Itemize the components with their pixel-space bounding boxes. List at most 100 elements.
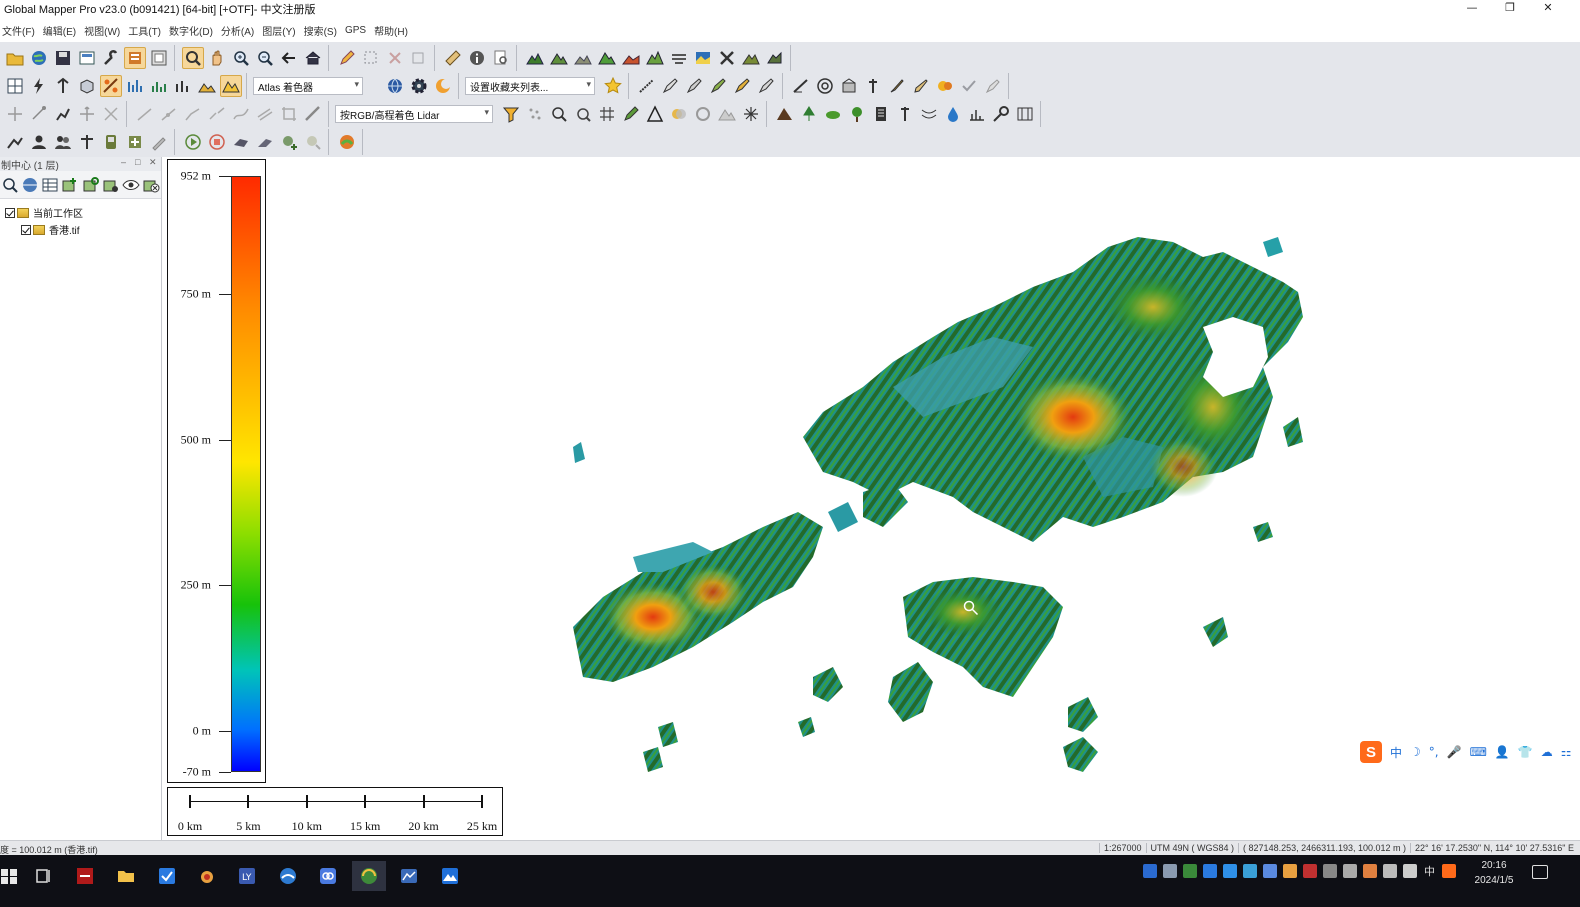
- info-icon[interactable]: [466, 47, 488, 69]
- line-smooth-icon[interactable]: [230, 103, 252, 125]
- panel-maximize-button[interactable]: □: [135, 157, 140, 167]
- menu-digitize[interactable]: 数字化(D): [167, 23, 219, 38]
- restore-button[interactable]: ❐: [1492, 0, 1528, 17]
- ime-cloud-icon[interactable]: ☁: [1541, 745, 1553, 759]
- ime-floating-toolbar[interactable]: S 中 ☽ °, 🎤 ⌨ 👤 👕 ☁ ⚏: [1360, 740, 1576, 764]
- layer-refresh-icon[interactable]: [82, 174, 100, 196]
- lidar-merge-icon[interactable]: [692, 103, 714, 125]
- lidar-pencil-icon[interactable]: [620, 103, 642, 125]
- lidar-terrain-icon[interactable]: [716, 103, 738, 125]
- profile-pencil-icon[interactable]: [790, 75, 812, 97]
- rotate-feature-icon[interactable]: [28, 103, 50, 125]
- taskbar-app-ly[interactable]: LY: [230, 861, 264, 891]
- view-shed-icon[interactable]: [548, 47, 570, 69]
- zoom-out-icon[interactable]: [254, 47, 276, 69]
- select-feature-icon[interactable]: [360, 47, 382, 69]
- layer-options-icon[interactable]: [302, 131, 324, 153]
- grid-lidar-icon[interactable]: [596, 103, 618, 125]
- tray-mountain-icon[interactable]: [1243, 864, 1257, 878]
- mountain-shade-icon[interactable]: [196, 75, 218, 97]
- layer-remove-icon[interactable]: [142, 174, 160, 196]
- line-split-icon[interactable]: [206, 103, 228, 125]
- taskbar-file-explorer[interactable]: [109, 861, 143, 891]
- lidar-classify-icon[interactable]: [668, 103, 690, 125]
- edit-vertex-icon[interactable]: [408, 47, 430, 69]
- taskbar-global-mapper[interactable]: [352, 861, 386, 891]
- taskbar-app-cat[interactable]: [190, 861, 224, 891]
- ime-voice-icon[interactable]: 🎤: [1447, 745, 1462, 759]
- menu-tools[interactable]: 工具(T): [126, 23, 167, 38]
- taskbar-app-mountain[interactable]: [433, 861, 467, 891]
- tray-network-icon[interactable]: [1363, 864, 1377, 878]
- globe-icon[interactable]: [28, 47, 50, 69]
- zoom-in-icon[interactable]: [230, 47, 252, 69]
- extract-ground-icon[interactable]: [774, 103, 796, 125]
- gps-sync-icon[interactable]: [124, 131, 146, 153]
- control-center-icon[interactable]: [124, 47, 146, 69]
- shader-select[interactable]: Atlas 着色器 ▾: [253, 77, 363, 95]
- tray-language[interactable]: 中: [1424, 863, 1435, 879]
- volume-icon[interactable]: [572, 47, 594, 69]
- taskbar-app-arcmap[interactable]: [392, 861, 426, 891]
- elevation-adjust-icon[interactable]: [52, 75, 74, 97]
- layer-zoom-icon[interactable]: [1, 174, 19, 196]
- shade-direction-icon[interactable]: [172, 75, 194, 97]
- notification-center-icon[interactable]: [1532, 865, 1548, 879]
- watershed-icon[interactable]: [644, 47, 666, 69]
- lidar-line-icon[interactable]: [636, 75, 658, 97]
- start-button[interactable]: [0, 861, 26, 891]
- layer-eye-icon[interactable]: [122, 174, 140, 196]
- brush-icon[interactable]: [886, 75, 908, 97]
- user-location-icon[interactable]: [28, 131, 50, 153]
- tray-cat-icon[interactable]: [1283, 864, 1297, 878]
- tray-usb-icon[interactable]: [1163, 864, 1177, 878]
- gps-track-icon[interactable]: [4, 131, 26, 153]
- extract-settings-icon[interactable]: [1014, 103, 1036, 125]
- favorites-select[interactable]: 设置收藏夹列表... ▾: [465, 77, 595, 95]
- scale-feature-icon[interactable]: [52, 103, 74, 125]
- open-folder-icon[interactable]: [4, 47, 26, 69]
- extract-shrub-icon[interactable]: [822, 103, 844, 125]
- cube-icon[interactable]: [76, 75, 98, 97]
- sogou-ime-logo[interactable]: S: [1360, 741, 1382, 763]
- menu-layer[interactable]: 图层(Y): [260, 23, 301, 38]
- ime-skin-icon[interactable]: 👕: [1518, 745, 1533, 759]
- line-node-icon[interactable]: [158, 103, 180, 125]
- record-path-icon[interactable]: [254, 131, 276, 153]
- shader-settings-icon[interactable]: [100, 75, 122, 97]
- tray-volume-icon[interactable]: [1403, 864, 1417, 878]
- workspace-checkbox[interactable]: [5, 207, 15, 218]
- extract-vegetation-icon[interactable]: [798, 103, 820, 125]
- tray-shield-icon[interactable]: [1143, 864, 1157, 878]
- check-icon[interactable]: [958, 75, 980, 97]
- ime-chinese-mode[interactable]: 中: [1390, 744, 1402, 761]
- extract-powerline-icon[interactable]: [918, 103, 940, 125]
- tray-device-icon[interactable]: [1323, 864, 1337, 878]
- extract-noise-icon[interactable]: [966, 103, 988, 125]
- layer-globe-icon[interactable]: [21, 174, 39, 196]
- workspace-icon[interactable]: [76, 47, 98, 69]
- zoom-tool-icon[interactable]: [182, 47, 204, 69]
- menu-help[interactable]: 帮助(H): [372, 23, 414, 38]
- ime-keyboard-icon[interactable]: ⌨: [1470, 745, 1487, 759]
- building-extract-icon[interactable]: [838, 75, 860, 97]
- lidar-pencil-2-icon[interactable]: [684, 75, 706, 97]
- map-view[interactable]: 952 m 750 m 500 m 250 m 0 m -70 m 0 km 5 km 10 …: [163, 157, 1580, 840]
- play-icon[interactable]: [182, 131, 204, 153]
- taskbar-app-red[interactable]: [68, 861, 102, 891]
- tray-ime-icon[interactable]: [1442, 864, 1456, 878]
- cut-fill-icon[interactable]: [668, 47, 690, 69]
- taskbar-clock[interactable]: 20:16 2024/1/5: [1466, 858, 1522, 888]
- lidar-query-icon[interactable]: [572, 103, 594, 125]
- line-offset-icon[interactable]: [254, 103, 276, 125]
- tray-battery-icon[interactable]: [1343, 864, 1357, 878]
- lidar-pencil-5-icon[interactable]: [756, 75, 778, 97]
- lightning-icon[interactable]: [28, 75, 50, 97]
- split-feature-icon[interactable]: [100, 103, 122, 125]
- elevation-bars-icon[interactable]: [148, 75, 170, 97]
- save-icon[interactable]: [52, 47, 74, 69]
- gps-settings-icon[interactable]: [148, 131, 170, 153]
- panel-minimize-button[interactable]: –: [121, 157, 126, 167]
- ruler-line-icon[interactable]: [302, 103, 324, 125]
- sphere-view-icon[interactable]: [336, 131, 358, 153]
